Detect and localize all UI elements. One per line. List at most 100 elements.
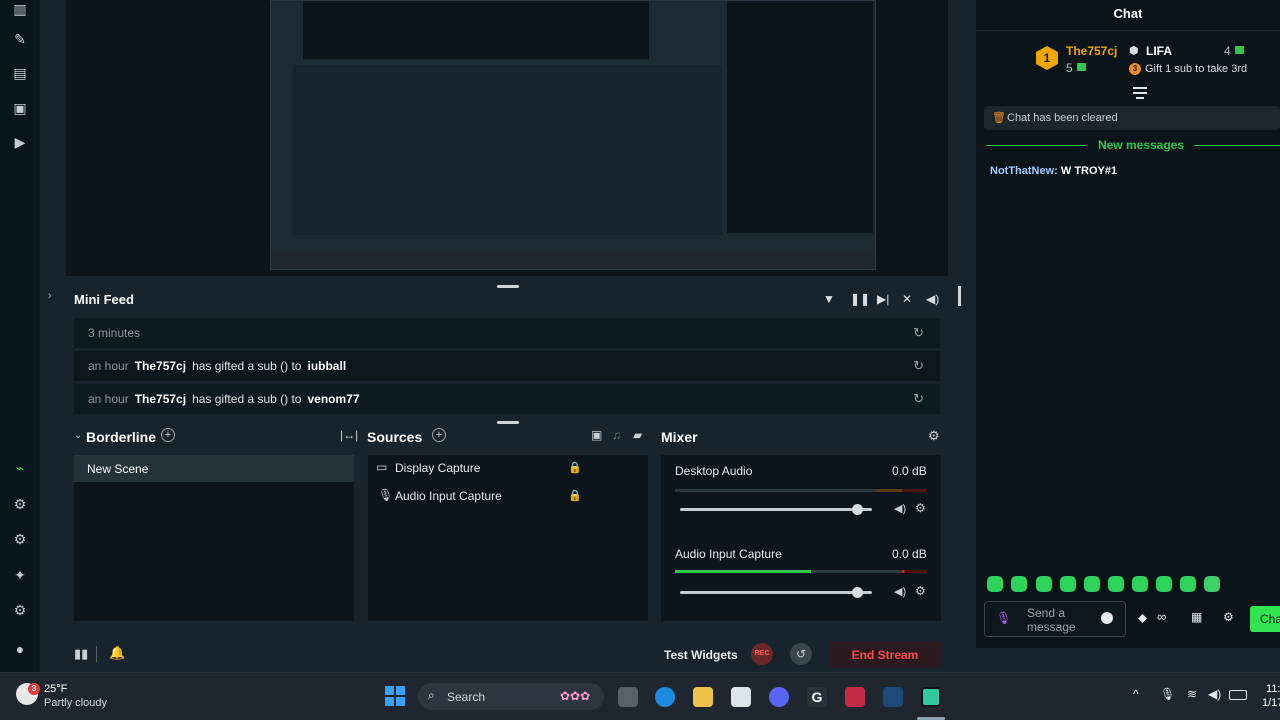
scene-item[interactable]: New Scene: [74, 455, 354, 482]
resize-handle[interactable]: [497, 421, 519, 424]
volume-slider[interactable]: [680, 508, 872, 511]
bits-icon[interactable]: ⬥: [1138, 610, 1147, 626]
wifi-icon[interactable]: ≋: [1187, 687, 1197, 701]
emote-icon[interactable]: [1108, 576, 1124, 592]
emote-icon[interactable]: [1132, 576, 1148, 592]
edge-icon[interactable]: [655, 687, 675, 707]
windows-start-icon[interactable]: [385, 686, 405, 706]
add-source-icon[interactable]: +: [432, 428, 446, 442]
add-scene-icon[interactable]: +: [161, 428, 175, 442]
studio-icon[interactable]: ▣: [11, 99, 29, 117]
scrollbar-thumb[interactable]: [958, 286, 961, 306]
volume-slider-knob[interactable]: [851, 587, 863, 598]
file-explorer-icon[interactable]: [693, 687, 713, 707]
volume-slider[interactable]: [680, 591, 872, 594]
chat-input[interactable]: 🎙 Send a message: [984, 601, 1126, 637]
tray-microphone-icon[interactable]: 🎙: [1160, 687, 1175, 701]
source-item[interactable]: Display Capture: [395, 461, 480, 475]
monitor-icon: ▭: [376, 460, 388, 474]
expand-chevron-icon[interactable]: ›: [48, 290, 52, 302]
speaker-icon[interactable]: ◀): [894, 585, 906, 598]
stream-preview[interactable]: [66, 0, 948, 276]
profile-icon[interactable]: ●: [11, 640, 29, 658]
test-widgets-button[interactable]: Test Widgets: [664, 648, 738, 662]
leaderboard-user[interactable]: The757cj: [1066, 44, 1117, 58]
infinity-icon[interactable]: ∞: [1157, 609, 1166, 624]
microsoft-store-icon[interactable]: [731, 687, 751, 707]
feed-user[interactable]: The757cj: [135, 359, 186, 373]
chat-message-user[interactable]: NotThatNew:: [990, 165, 1058, 177]
highlighter-icon[interactable]: ⌁: [11, 459, 29, 477]
streamlabs-icon[interactable]: [921, 687, 941, 707]
emote-icon[interactable]: [1011, 576, 1027, 592]
mute-alerts-icon[interactable]: ✕: [902, 292, 912, 306]
task-view-icon[interactable]: [618, 687, 638, 707]
collapse-chevron-icon[interactable]: ⌄: [74, 430, 82, 441]
media-play-icon[interactable]: ▶: [11, 133, 29, 151]
pause-icon[interactable]: ❚❚: [850, 292, 870, 306]
collapse-leaderboard-icon[interactable]: [1133, 87, 1147, 89]
speaker-icon[interactable]: ◀): [1208, 687, 1221, 701]
chat-send-button[interactable]: Cha: [1250, 606, 1280, 632]
steam-icon[interactable]: [883, 687, 903, 707]
source-item[interactable]: Audio Input Capture: [395, 489, 502, 503]
volume-slider-knob[interactable]: [851, 504, 863, 515]
chat-settings-icon[interactable]: ⚙: [1223, 610, 1234, 624]
settings-icon[interactable]: ⚙: [11, 601, 29, 619]
feed-user[interactable]: The757cj: [135, 392, 186, 406]
tray-chevron-icon[interactable]: ^: [1133, 687, 1139, 701]
replay-buffer-icon[interactable]: ↺: [790, 643, 812, 665]
lock-icon[interactable]: 🔒: [568, 461, 582, 474]
taskbar-search[interactable]: ⌕ Search ✿✿✿: [418, 683, 604, 710]
emote-icon[interactable]: [1180, 576, 1196, 592]
stats-icon[interactable]: ▮▮: [74, 646, 88, 662]
scenes-title[interactable]: Borderline: [86, 429, 156, 445]
transitions-icon[interactable]: |↔|: [340, 428, 358, 442]
g-hub-icon[interactable]: G: [807, 687, 827, 707]
mixer-settings-icon[interactable]: ⚙: [928, 428, 940, 444]
clock-date[interactable]: 1/17: [1262, 697, 1280, 709]
apps-icon[interactable]: ⚙: [11, 495, 29, 513]
replay-icon[interactable]: ↻: [913, 391, 924, 407]
lock-icon[interactable]: 🔒: [568, 489, 582, 502]
emoji-icon[interactable]: [1101, 612, 1113, 624]
library-icon[interactable]: ▥: [11, 0, 29, 18]
emote-icon[interactable]: [987, 576, 1003, 592]
themes-icon[interactable]: ✎: [11, 30, 29, 48]
clock-time[interactable]: 11:: [1266, 683, 1280, 695]
emote-icon[interactable]: [1084, 576, 1100, 592]
source-group-icon[interactable]: ▣: [591, 428, 602, 442]
feed-target[interactable]: venom77: [307, 392, 359, 406]
emote-icon[interactable]: [1204, 576, 1220, 592]
leaderboard-user[interactable]: LIFA: [1146, 44, 1172, 58]
end-stream-label: End Stream: [851, 648, 919, 662]
shop-icon[interactable]: ▦: [1191, 610, 1202, 624]
feed-time: an hour: [88, 359, 129, 373]
source-folder-icon[interactable]: ▰: [633, 428, 642, 442]
feed-target[interactable]: iubball: [307, 359, 346, 373]
speaker-icon[interactable]: ◀): [894, 502, 906, 515]
end-stream-button[interactable]: End Stream: [829, 641, 941, 668]
emote-icon[interactable]: [1060, 576, 1076, 592]
notifications-bell-icon[interactable]: 🔔: [109, 645, 125, 661]
channel-settings-icon[interactable]: ⚙: [915, 584, 926, 598]
feed-time: an hour: [88, 392, 129, 406]
discord-icon[interactable]: [769, 687, 789, 707]
weather-temp: 25°F: [44, 683, 68, 695]
channel-settings-icon[interactable]: ⚙: [915, 501, 926, 515]
skip-icon[interactable]: ▶|: [877, 292, 889, 306]
rec-button[interactable]: REC: [751, 643, 773, 665]
emote-icon[interactable]: [1036, 576, 1052, 592]
microphone-icon[interactable]: 🎙: [996, 611, 1011, 625]
replay-icon[interactable]: ↻: [913, 358, 924, 374]
filter-icon[interactable]: ▼: [823, 292, 835, 306]
volume-icon[interactable]: ◀): [926, 292, 939, 306]
chat-message: NotThatNew: W TROY#1: [990, 165, 1117, 177]
sparkle-icon[interactable]: ✦: [11, 566, 29, 584]
replay-icon[interactable]: ↻: [913, 325, 924, 341]
tools-icon[interactable]: ⚙: [11, 530, 29, 548]
battery-icon[interactable]: [1229, 690, 1247, 700]
app-icon[interactable]: [845, 687, 865, 707]
emote-icon[interactable]: [1156, 576, 1172, 592]
store-icon[interactable]: ▤: [11, 64, 29, 82]
